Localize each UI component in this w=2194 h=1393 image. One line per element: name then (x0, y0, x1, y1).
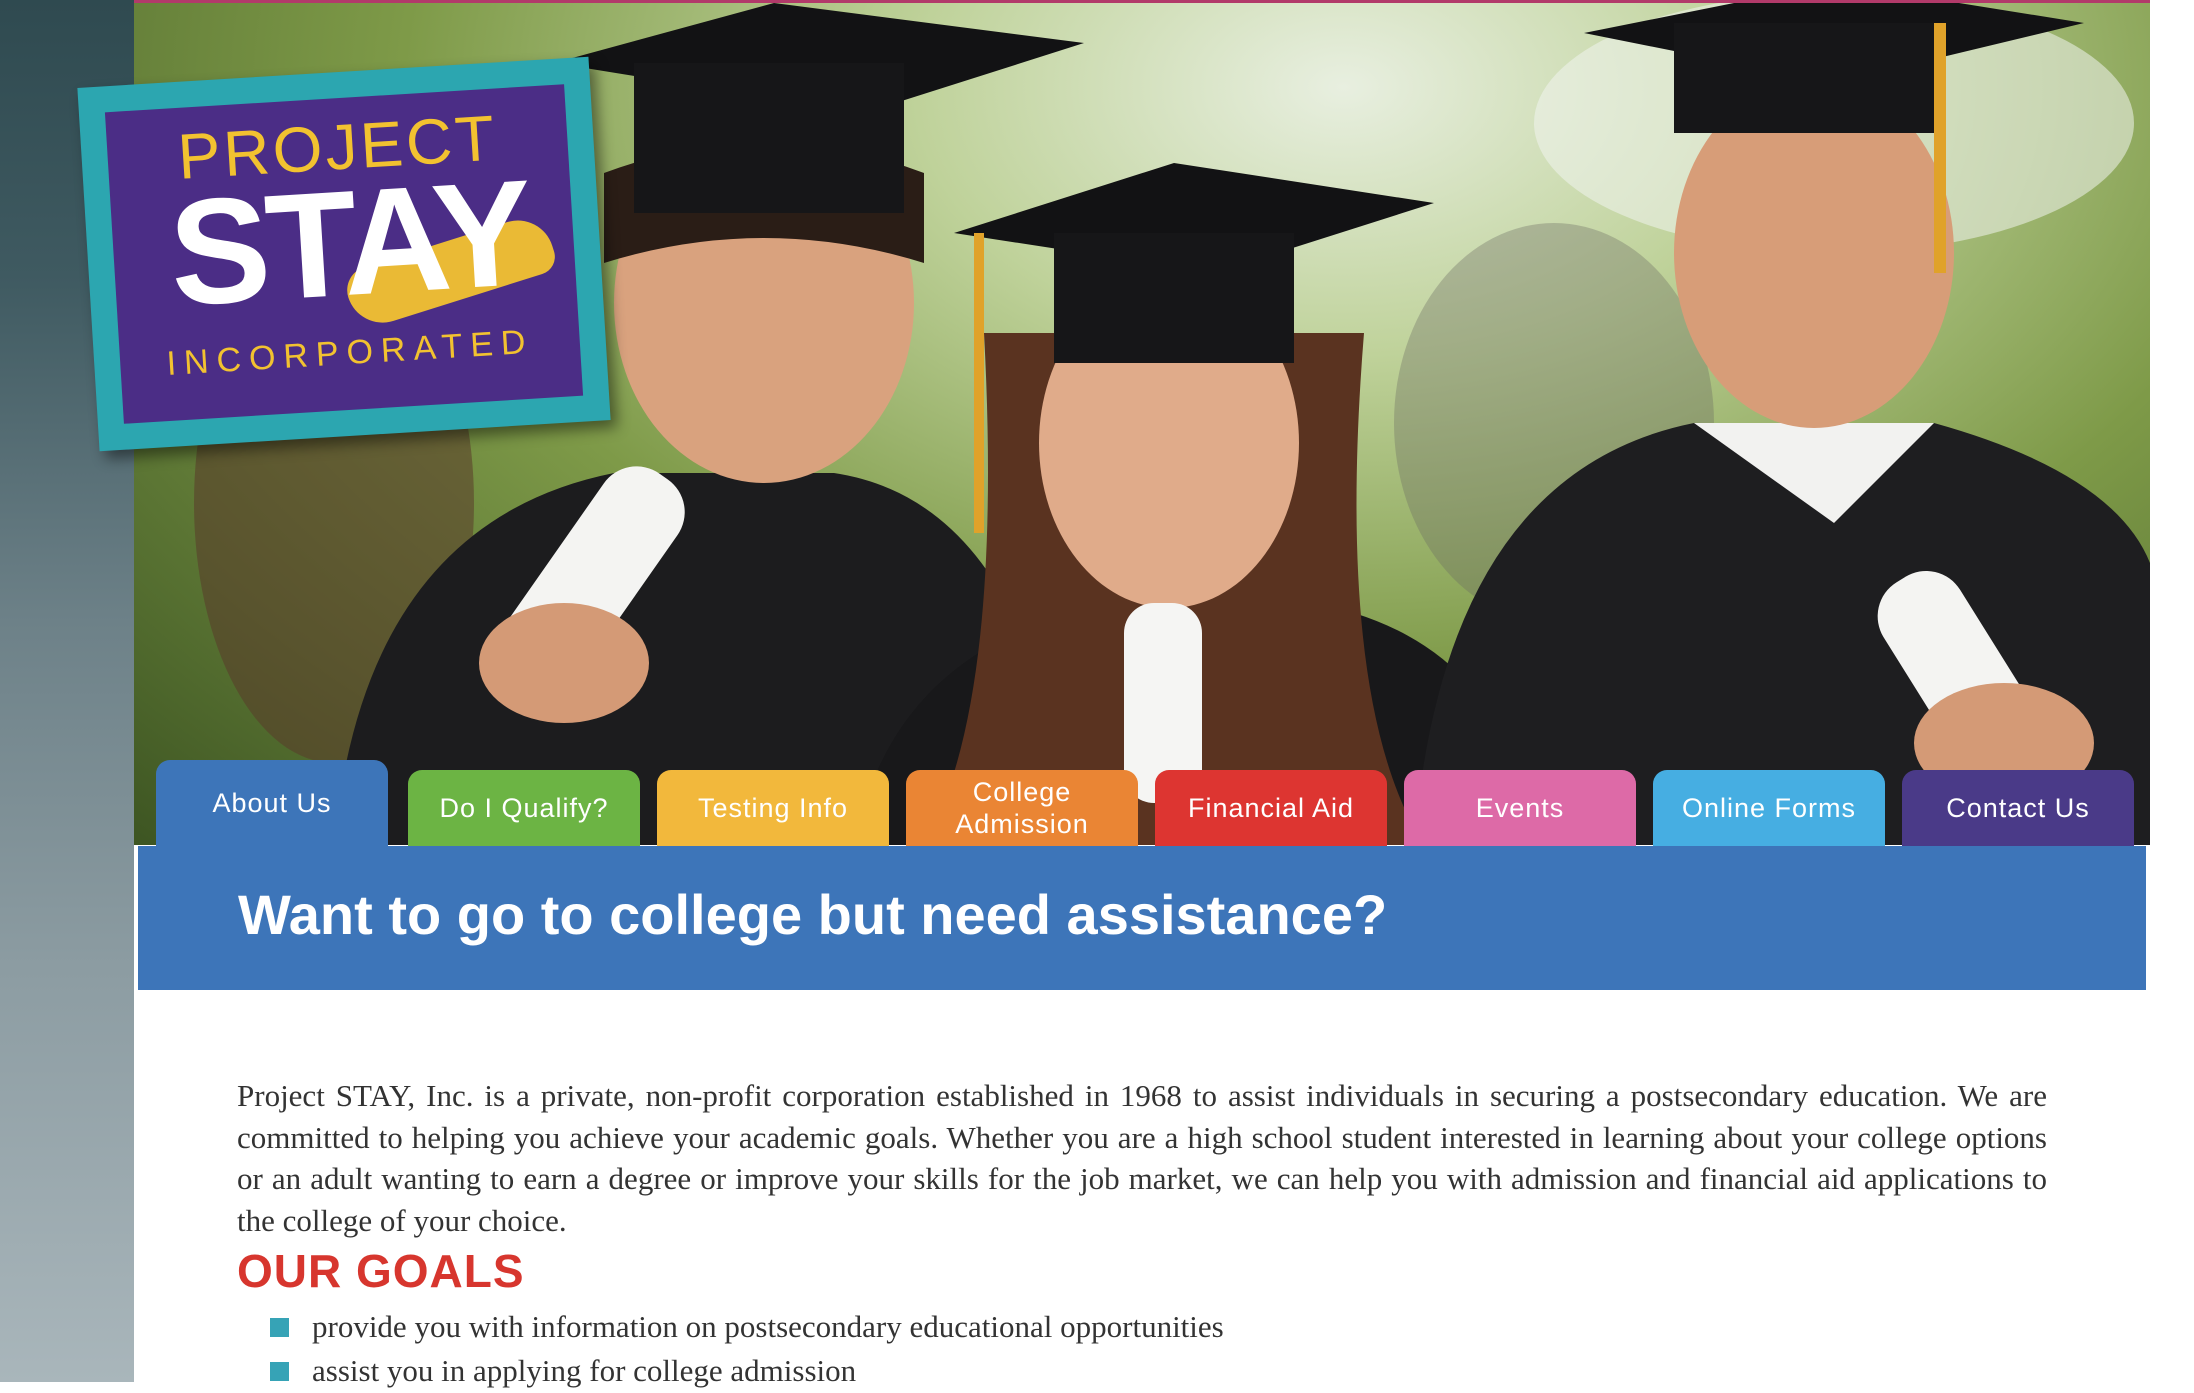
list-item: provide you with information on postseco… (270, 1305, 1970, 1349)
tab-about-us[interactable]: About Us (156, 760, 388, 846)
goal-text: assist you in applying for college admis… (312, 1353, 857, 1388)
tab-testing-info[interactable]: Testing Info (657, 770, 889, 846)
goals-list: provide you with information on postseco… (270, 1305, 1970, 1393)
tab-contact-us[interactable]: Contact Us (1902, 770, 2134, 846)
tab-do-i-qualify[interactable]: Do I Qualify? (408, 770, 640, 846)
square-bullet-icon (270, 1362, 289, 1381)
page-heading: Want to go to college but need assistanc… (238, 883, 1388, 946)
logo-panel: PROJECT STAY INCORPORATED (104, 84, 584, 424)
list-item: assist you in applying for college admis… (270, 1349, 1970, 1393)
goals-heading: OUR GOALS (237, 1245, 525, 1297)
heading-banner: Want to go to college but need assistanc… (138, 846, 2146, 990)
logo-text-stay: STAY (164, 147, 534, 338)
main-nav-tabs: About Us Do I Qualify? Testing Info Coll… (138, 760, 2146, 846)
square-bullet-icon (270, 1318, 289, 1337)
tab-online-forms[interactable]: Online Forms (1653, 770, 1885, 846)
intro-paragraph: Project STAY, Inc. is a private, non-pro… (237, 1078, 2047, 1238)
project-stay-logo[interactable]: PROJECT STAY INCORPORATED (77, 56, 611, 452)
tab-college-admission[interactable]: College Admission (906, 770, 1138, 846)
tab-events[interactable]: Events (1404, 770, 1636, 846)
goal-text: provide you with information on postseco… (312, 1309, 1224, 1344)
tab-financial-aid[interactable]: Financial Aid (1155, 770, 1387, 846)
right-page-margin (2150, 0, 2194, 1382)
